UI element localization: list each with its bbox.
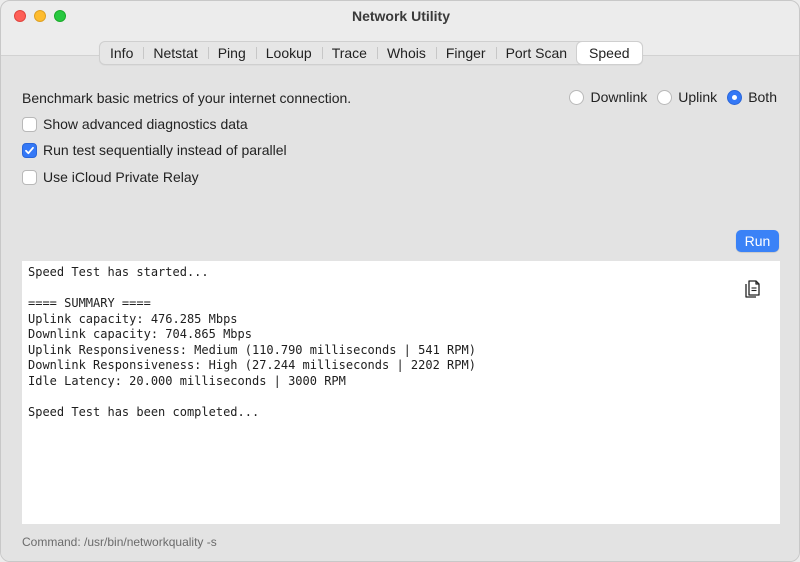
run-button[interactable]: Run (736, 230, 779, 252)
checkmark-icon (22, 142, 37, 158)
output-line: Downlink Responsiveness: High (27.244 mi… (28, 358, 476, 372)
copy-icon[interactable] (743, 277, 763, 299)
tab-lookup[interactable]: Lookup (255, 42, 322, 64)
output-line: ==== SUMMARY ==== (28, 296, 151, 310)
tab-trace[interactable]: Trace (321, 42, 377, 64)
tab-bar: Info Netstat Ping Lookup Trace Whois Finger Por… (99, 41, 643, 65)
speed-description: Benchmark basic metrics of your internet… (22, 90, 352, 106)
radio-button-icon (657, 89, 673, 105)
radio-uplink[interactable]: Uplink (657, 89, 717, 105)
radio-label: Downlink (590, 89, 648, 105)
output-line: Uplink Responsiveness: Medium (110.790 m… (28, 342, 476, 357)
tab-info[interactable]: Info (100, 42, 143, 64)
radio-label: Both (748, 89, 777, 105)
tab-ping[interactable]: Ping (207, 42, 256, 64)
output-console[interactable]: Speed Test has started... ==== SUMMARY ==… (22, 261, 780, 524)
window-title: Network Utility (351, 8, 450, 24)
output-line: Uplink capacity: 476.285 Mbps (28, 311, 238, 326)
radio-both[interactable]: Both (727, 89, 777, 105)
output-line: Speed Test has been completed... (28, 404, 260, 419)
checkbox-label: Run test sequentially instead of paralle… (43, 142, 287, 158)
tab-netstat[interactable]: Netstat (143, 42, 207, 64)
tab-speed[interactable]: Speed (577, 42, 642, 64)
checkbox-icon (22, 169, 37, 185)
output-line: Idle Latency: 20.000 milliseconds | 3000… (28, 373, 346, 388)
run-sequentially-checkbox[interactable]: Run test sequentially instead of paralle… (22, 142, 287, 158)
checkbox-label: Use iCloud Private Relay (43, 169, 199, 185)
tab-port-scan[interactable]: Port Scan (495, 42, 577, 64)
title-bar: Network Utility (1, 1, 799, 33)
use-icloud-private-relay-checkbox[interactable]: Use iCloud Private Relay (22, 169, 199, 185)
tab-finger[interactable]: Finger (435, 42, 496, 64)
checkbox-icon (22, 116, 37, 132)
tab-whois[interactable]: Whois (376, 42, 436, 64)
network-utility-window: Network Utility Info Netstat Ping Lookup Tra… (0, 0, 800, 562)
direction-radio-group: Downlink Uplink Both (569, 89, 777, 105)
output-line: Downlink capacity: 704.865 Mbps (28, 327, 252, 341)
radio-button-icon (569, 89, 585, 105)
radio-downlink[interactable]: Downlink (569, 89, 647, 105)
output-line: Speed Test has started... (28, 265, 209, 279)
radio-label: Uplink (678, 89, 718, 105)
radio-button-icon (727, 89, 743, 105)
command-label: Command: /usr/bin/networkquality -s (22, 535, 217, 549)
checkbox-label: Show advanced diagnostics data (43, 116, 248, 132)
show-advanced-diagnostics-checkbox[interactable]: Show advanced diagnostics data (22, 116, 248, 132)
